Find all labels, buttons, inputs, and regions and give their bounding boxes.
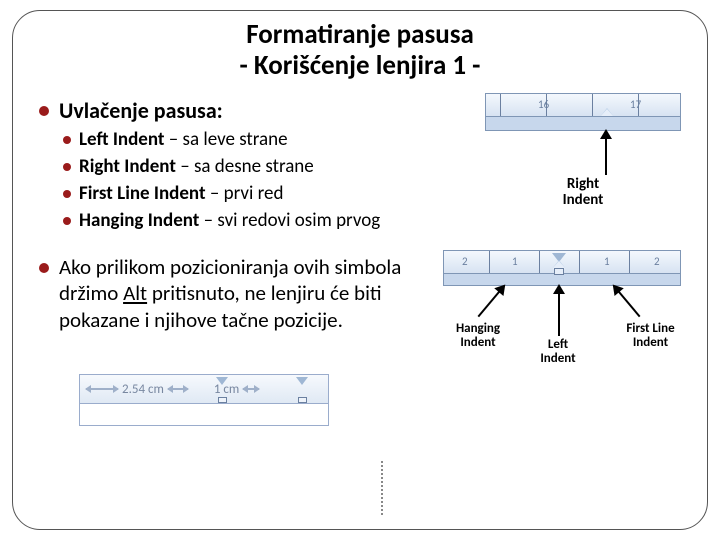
ruler-segment: 2 1 1 2 [443,250,681,274]
double-arrow-icon [86,388,118,390]
bullet-icon [63,136,71,144]
section-heading: Uvlačenje pasusa: [59,97,223,124]
page-area [79,404,329,426]
bullet-icon [63,163,71,171]
figure-label: Left Indent [533,338,583,365]
arrow-icon [478,285,505,317]
section-heading-row: Uvlačenje pasusa: [39,97,485,124]
indent-marker-icon [298,397,307,403]
figure-label: Right Indent [485,177,681,209]
section-alt-key: Ako prilikom pozicioniranja ovih simbola… [39,250,681,366]
figure-exact-positions: 2.54 cm 1 cm [79,374,329,426]
section-text: Uvlačenje pasusa: Left Indent – sa leve … [39,93,485,236]
figure-right-indent: 16 17 Right Indent [485,93,681,236]
bullet-icon [63,217,71,225]
arrow-icon [613,285,640,317]
ruler-number: 16 [538,98,549,111]
left-indent-marker-icon [554,268,564,275]
ruler-measurement: 2.54 cm 1 cm [79,374,329,404]
indent-marker-icon [218,397,227,403]
section-indent-types: Uvlačenje pasusa: Left Indent – sa leve … [39,93,681,236]
term: First Line Indent [79,182,206,205]
ruler-segment: 16 17 [485,93,681,117]
definition: – sa desne strane [176,155,314,178]
figure-label: Hanging Indent [443,322,513,349]
slide-frame: Formatiranje pasusa - Korišćenje lenjira… [12,10,708,530]
double-arrow-icon [243,388,259,390]
double-arrow-icon [168,388,188,390]
arrow-icon [558,286,560,336]
indent-list: Left Indent – sa leve strane Right Inden… [63,128,485,232]
figure-three-indents: 2 1 1 2 Hanging Indent [443,250,681,366]
bullet-icon [39,106,49,116]
ruler-bar [485,117,681,131]
indent-marker-icon [216,377,228,385]
list-item: Left Indent – sa leve strane [63,128,485,151]
alt-key-label: Alt [123,280,147,306]
bullet-icon [39,263,49,273]
figure-label: First Line Indent [618,322,683,349]
ruler-number: 17 [630,98,641,111]
definition: – prvi red [206,182,284,205]
title-line-2: - Korišćenje lenjira 1 - [39,50,681,81]
arrow-group: Hanging Indent Left Indent First Line In… [443,286,681,366]
ruler-number: 1 [512,255,518,268]
measurement-value: 2.54 cm [122,382,164,397]
paragraph-text: Ako prilikom pozicioniranja ovih simbola… [59,254,427,333]
term: Left Indent [79,128,164,151]
ruler-number: 1 [604,255,610,268]
title-line-1: Formatiranje pasusa [39,19,681,50]
list-item: First Line Indent – prvi red [63,182,485,205]
list-item: Right Indent – sa desne strane [63,155,485,178]
bullet-icon [63,190,71,198]
ruler-number: 2 [654,255,660,268]
slide-title: Formatiranje pasusa - Korišćenje lenjira… [39,19,681,81]
alt-key-text: Ako prilikom pozicioniranja ovih simbola… [39,254,437,362]
term: Hanging Indent [79,209,199,232]
term: Right Indent [79,155,176,178]
definition: – sa leve strane [164,128,287,151]
arrow-up-icon [605,131,607,175]
definition: – svi redovi osim prvog [199,209,380,232]
list-item: Hanging Indent – svi redovi osim prvog [63,209,485,232]
right-indent-marker-icon [600,108,614,117]
indent-marker-icon [296,377,308,385]
dotted-divider [381,461,383,515]
ruler-number: 2 [462,255,468,268]
